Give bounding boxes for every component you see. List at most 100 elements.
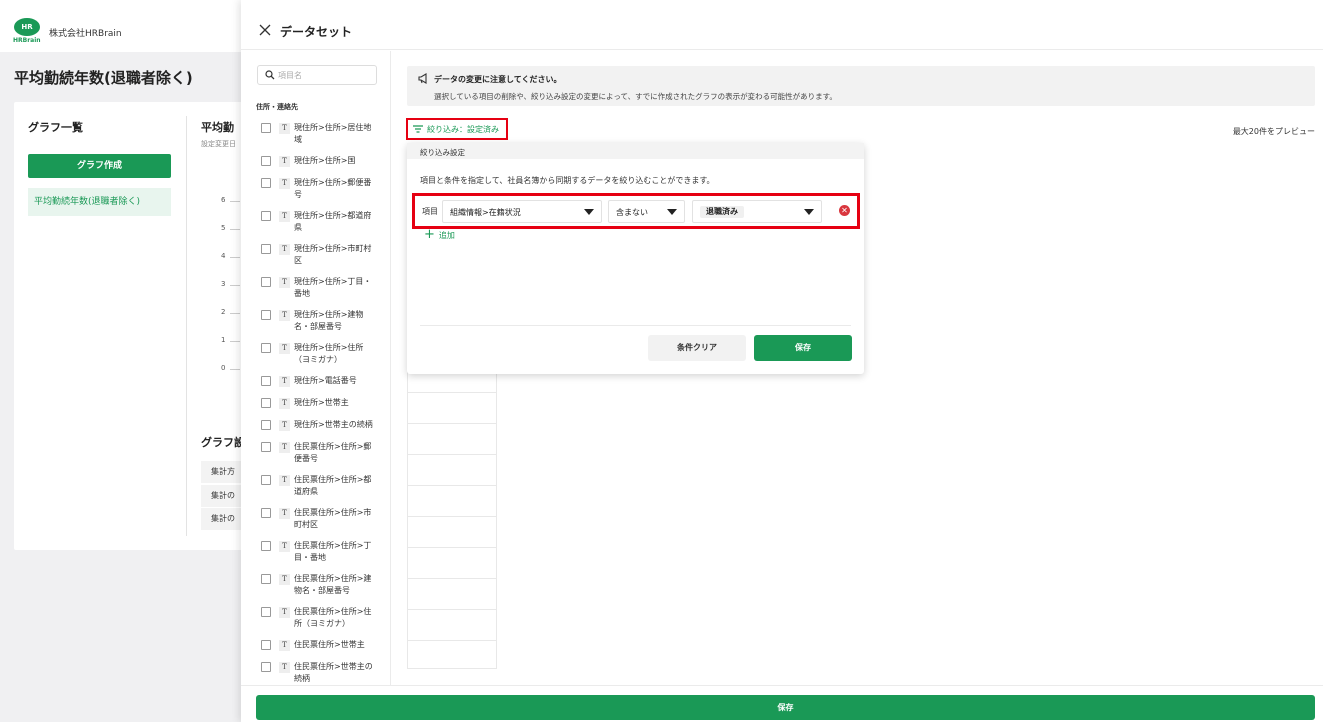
create-graph-button[interactable]: グラフ作成 (28, 154, 171, 178)
settings-row: 集計方 (201, 461, 241, 483)
field-item[interactable]: T 住民票住所>世帯主の続柄 (241, 656, 390, 685)
gridline (230, 313, 240, 314)
field-item[interactable]: T 住民票住所>住所>丁目・番地 (241, 535, 390, 568)
field-checkbox[interactable] (261, 343, 271, 353)
table-row-divider (408, 578, 496, 579)
field-checkbox[interactable] (261, 277, 271, 287)
field-checkbox[interactable] (261, 244, 271, 254)
caret-down-icon (584, 209, 594, 215)
y-tick-label: 3 (221, 280, 226, 288)
table-row-divider (408, 640, 496, 641)
field-item[interactable]: T 現住所>世帯主 (241, 392, 390, 414)
field-item[interactable]: T 住民票住所>世帯主 (241, 634, 390, 656)
table-row-divider (408, 454, 496, 455)
y-tick-label: 1 (221, 336, 226, 344)
remove-condition-icon[interactable]: ✕ (839, 205, 850, 216)
field-checkbox[interactable] (261, 123, 271, 133)
y-tick-label: 0 (221, 364, 226, 372)
search-input[interactable] (278, 68, 372, 82)
table-row-divider (408, 547, 496, 548)
divider (186, 116, 187, 536)
field-label: 現住所>住所>建物名・部屋番号 (294, 310, 364, 331)
close-icon[interactable] (259, 24, 271, 36)
value-select[interactable]: 退職済み (692, 200, 822, 223)
graph-list-item[interactable]: 平均勤続年数(退職者除く) (28, 188, 171, 216)
field-item[interactable]: T 現住所>住所>国 (241, 150, 390, 172)
field-item[interactable]: T 住民票住所>住所>住所（ヨミガナ） (241, 601, 390, 634)
field-checkbox[interactable] (261, 398, 271, 408)
field-label: 現住所>住所>郵便番号 (294, 178, 372, 199)
text-type-icon: T (279, 640, 290, 651)
field-label: 現住所>電話番号 (294, 376, 357, 385)
notice-title: データの変更に注意してください。 (434, 75, 562, 84)
text-type-icon: T (279, 475, 290, 486)
field-label: 現住所>住所>国 (294, 156, 356, 165)
field-checkbox[interactable] (261, 508, 271, 518)
graph-heading: 平均勤 (201, 121, 234, 134)
clear-conditions-button[interactable]: 条件クリア (648, 335, 746, 361)
field-checkbox[interactable] (261, 442, 271, 452)
field-label: 住民票住所>世帯主の続柄 (294, 662, 373, 683)
save-button[interactable]: 保存 (256, 695, 1315, 720)
field-item[interactable]: T 住民票住所>住所>都道府県 (241, 469, 390, 502)
field-checkbox[interactable] (261, 420, 271, 430)
filter-popup: 絞り込み設定 項目と条件を指定して、社員名簿から同期するデータを絞り込むことがで… (407, 143, 864, 374)
company-name: 株式会社HRBrain (49, 29, 122, 39)
field-item[interactable]: T 現住所>世帯主の続柄 (241, 414, 390, 436)
table-row-divider (408, 485, 496, 486)
text-type-icon: T (279, 662, 290, 673)
gridline (230, 229, 240, 230)
add-condition-button[interactable]: + 追加 (424, 227, 455, 242)
field-checkbox[interactable] (261, 662, 271, 672)
field-item[interactable]: T 現住所>住所>丁目・番地 (241, 271, 390, 304)
y-tick-label: 6 (221, 196, 226, 204)
operator-select[interactable]: 含まない (608, 200, 685, 223)
field-checkbox[interactable] (261, 211, 271, 221)
save-filter-button[interactable]: 保存 (754, 335, 852, 361)
filter-button[interactable]: 絞り込み：設定済み (406, 118, 508, 140)
field-item[interactable]: T 現住所>住所>都道府県 (241, 205, 390, 238)
field-checkbox[interactable] (261, 310, 271, 320)
text-type-icon: T (279, 123, 290, 134)
field-select[interactable]: 組織情報>在籍状況 (442, 200, 602, 223)
field-checkbox[interactable] (261, 156, 271, 166)
text-type-icon: T (279, 178, 290, 189)
text-type-icon: T (279, 442, 290, 453)
field-label: 現住所>住所>居住地域 (294, 123, 372, 144)
field-item[interactable]: T 現住所>住所>建物名・部屋番号 (241, 304, 390, 337)
field-checkbox[interactable] (261, 475, 271, 485)
field-item[interactable]: T 住民票住所>住所>市町村区 (241, 502, 390, 535)
field-item[interactable]: T 現住所>住所>居住地域 (241, 117, 390, 150)
settings-row: 集計の (201, 508, 241, 530)
page-title: 平均勤続年数(退職者除く) (14, 69, 193, 87)
plus-icon: + (424, 227, 435, 242)
field-checkbox[interactable] (261, 541, 271, 551)
field-checkbox[interactable] (261, 178, 271, 188)
field-checkbox[interactable] (261, 574, 271, 584)
field-item[interactable]: T 住民票住所>住所>郵便番号 (241, 436, 390, 469)
field-checkbox[interactable] (261, 607, 271, 617)
field-label: 現住所>住所>住所（ヨミガナ） (294, 343, 364, 364)
notice-banner: データの変更に注意してください。 選択している項目の削除や、絞り込み設定の変更に… (407, 66, 1315, 106)
gridline (230, 257, 240, 258)
field-item[interactable]: T 住民票住所>住所>建物名・部屋番号 (241, 568, 390, 601)
preview-table (407, 329, 497, 669)
field-item[interactable]: T 現住所>電話番号 (241, 370, 390, 392)
field-label: 現住所>世帯主 (294, 398, 349, 407)
drawer-title: データセット (280, 25, 353, 39)
notice-body: 選択している項目の削除や、絞り込み設定の変更によって、すでに作成されたグラフの表… (434, 92, 837, 101)
text-type-icon: T (279, 244, 290, 255)
text-type-icon: T (279, 574, 290, 585)
text-type-icon: T (279, 420, 290, 431)
field-item[interactable]: T 現住所>住所>郵便番号 (241, 172, 390, 205)
gridline (230, 201, 240, 202)
field-checkbox[interactable] (261, 640, 271, 650)
caret-down-icon (804, 209, 814, 215)
filter-icon (413, 125, 423, 133)
gridline (230, 341, 240, 342)
field-item[interactable]: T 現住所>住所>市町村区 (241, 238, 390, 271)
field-item[interactable]: T 現住所>住所>住所（ヨミガナ） (241, 337, 390, 370)
caret-down-icon (667, 209, 677, 215)
drawer-footer: 保存 (241, 685, 1323, 722)
field-checkbox[interactable] (261, 376, 271, 386)
